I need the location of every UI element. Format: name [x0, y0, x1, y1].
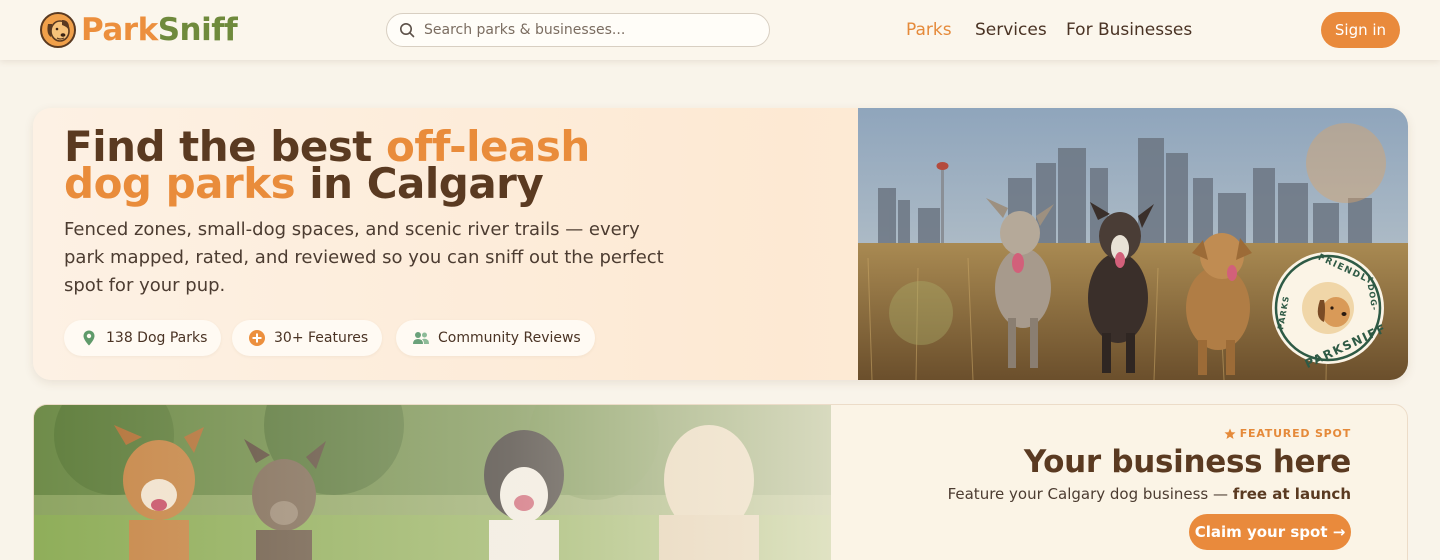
featured-card: FEATURED SPOT Your business here Feature… — [33, 404, 1408, 560]
brand-name-part2: Sniff — [157, 12, 238, 48]
map-pin-icon — [83, 330, 95, 346]
nav-link-parks[interactable]: Parks — [906, 19, 952, 41]
chip-dog-parks[interactable]: 138 Dog Parks — [64, 320, 222, 356]
hero-card: Find the best off-leash dog parks in Cal… — [33, 108, 1408, 380]
chip-reviews[interactable]: Community Reviews — [396, 320, 595, 356]
chip-features[interactable]: 30+ Features — [232, 320, 383, 356]
chip-label: 30+ Features — [274, 330, 369, 346]
star-icon — [1224, 428, 1236, 439]
top-nav: ParkSniff Parks Services For Businesses … — [0, 0, 1440, 60]
search-input[interactable] — [424, 22, 754, 38]
featured-description: Feature your Calgary dog business — free… — [948, 485, 1351, 503]
plus-circle-icon — [249, 330, 265, 346]
chip-label: 138 Dog Parks — [106, 330, 208, 346]
featured-description-text: Feature your Calgary dog business — — [947, 485, 1233, 503]
featured-description-bold: free at launch — [1232, 485, 1351, 503]
people-icon — [413, 332, 429, 344]
featured-title: Your business here — [1023, 444, 1351, 480]
hero-title-part2: in Calgary — [295, 159, 544, 208]
logo[interactable]: ParkSniff — [40, 12, 238, 48]
featured-tag: FEATURED SPOT — [1224, 427, 1351, 440]
featured-tag-label: FEATURED SPOT — [1239, 427, 1351, 440]
featured-image-dogs-park — [34, 405, 831, 560]
hero-title-highlight2: dog parks — [64, 159, 296, 208]
brand-name: ParkSniff — [81, 12, 238, 48]
hero-title: Find the best off-leash dog parks in Cal… — [64, 126, 824, 205]
hero-image-dogs-calgary-skyline: FRIENDLY PARKSNIFF PARKS DOG- — [858, 108, 1408, 380]
sign-in-button[interactable]: Sign in — [1321, 12, 1400, 48]
search-icon — [400, 23, 415, 38]
chip-label: Community Reviews — [438, 330, 581, 346]
dog-logo-icon — [40, 12, 76, 48]
featured-illustration — [34, 405, 831, 560]
claim-spot-button[interactable]: Claim your spot → — [1189, 514, 1351, 550]
hero-description: Fenced zones, small-dog spaces, and scen… — [64, 219, 664, 296]
nav-link-services[interactable]: Services — [975, 19, 1047, 41]
hero-illustration: FRIENDLY PARKSNIFF PARKS DOG- — [858, 108, 1408, 380]
nav-link-for-businesses[interactable]: For Businesses — [1066, 19, 1192, 41]
brand-name-part1: Park — [81, 12, 158, 48]
search-bar[interactable] — [386, 13, 770, 47]
